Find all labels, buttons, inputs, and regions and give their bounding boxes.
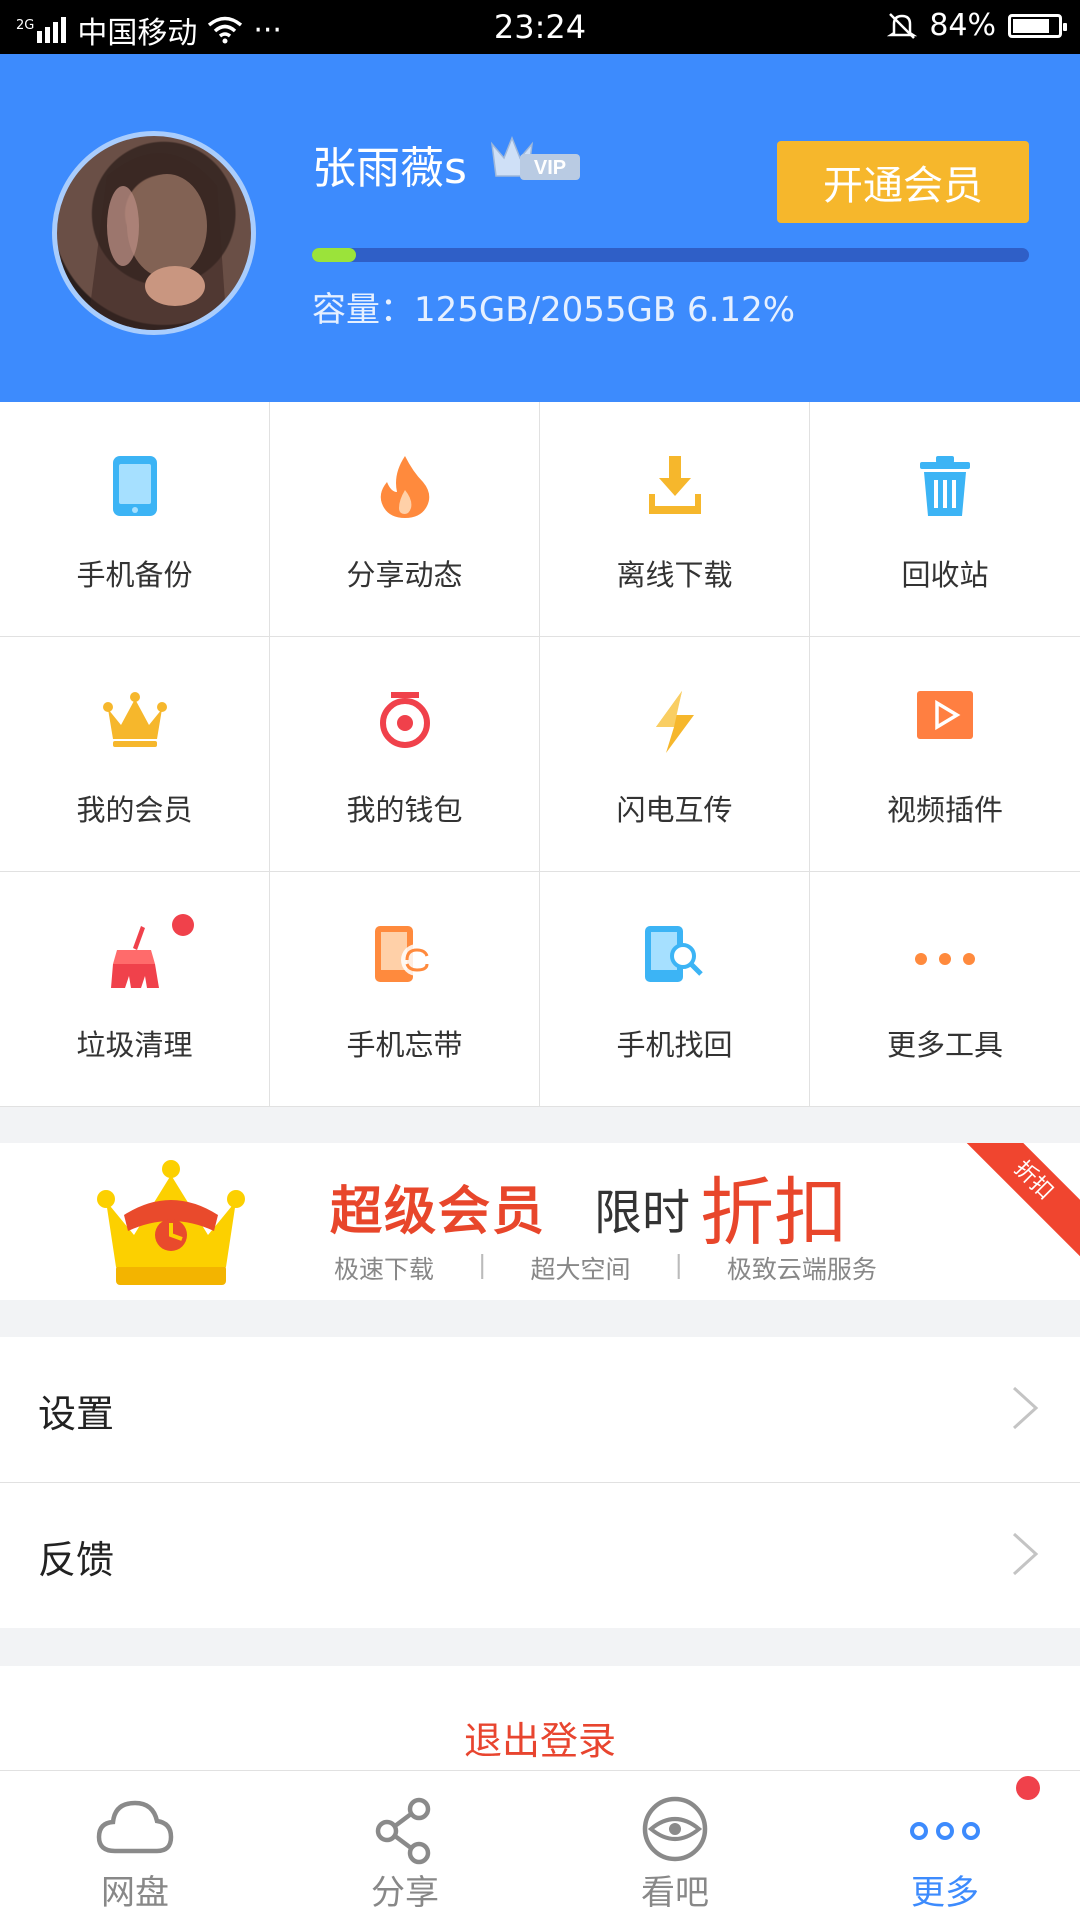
avatar[interactable] [52, 131, 256, 335]
promo-feature: 极致云端服务 [726, 1255, 877, 1284]
tab-netdisk[interactable]: 网盘 [0, 1771, 270, 1920]
tab-label: 看吧 [641, 1873, 709, 1913]
tool-item[interactable]: 我的会员 [0, 637, 270, 872]
promo-limited: 限时 [594, 1185, 691, 1241]
notification-badge [1016, 1776, 1040, 1800]
tab-more[interactable]: 更多 [810, 1771, 1080, 1920]
tool-item[interactable]: 离线下载 [540, 402, 810, 637]
tool-item[interactable]: 手机备份 [0, 402, 270, 637]
tool-item[interactable]: 回收站 [810, 402, 1080, 637]
tool-item[interactable]: 分享动态 [270, 402, 540, 637]
logout-section: 退出登录 [0, 1666, 1080, 1771]
promo-features: 极速下载 | 超大空间 | 极致云端服务 [334, 1250, 877, 1286]
bottom-tab-bar: 网盘 分享 看吧 更多 [0, 1771, 1080, 1920]
settings-menu: 设置 反馈 [0, 1337, 1080, 1628]
battery-percent: 84% [929, 8, 996, 43]
phone-search-icon [540, 924, 809, 994]
storage-progress-fill [312, 248, 356, 262]
tool-label: 垃圾清理 [76, 1028, 193, 1062]
promo-feature: 超大空间 [530, 1255, 631, 1284]
crown-icon [97, 1160, 245, 1285]
username: 张雨薇s [312, 143, 467, 194]
tools-grid: 手机备份 分享动态 离线下载 回收站我的会员 我的钱包 闪电互传 视频插件垃圾清理 手机忘带 手… [0, 402, 1080, 1107]
storage-capacity-text: 容量：125GB/2055GB 6.12% [312, 290, 796, 330]
tool-item[interactable]: 手机忘带 [270, 872, 540, 1107]
lightning-icon [540, 689, 809, 759]
download-icon [540, 454, 809, 524]
avatar-photo [87, 153, 227, 330]
promo-feature: 极速下载 [334, 1255, 435, 1284]
tool-label: 手机找回 [616, 1028, 733, 1062]
more-dots-icon [810, 924, 1080, 994]
menu-item-settings[interactable]: 设置 [0, 1337, 1080, 1483]
tool-label: 离线下载 [616, 558, 733, 592]
menu-item-feedback[interactable]: 反馈 [0, 1483, 1080, 1628]
promo-separator: | [478, 1250, 487, 1279]
tab-label: 网盘 [101, 1873, 169, 1913]
menu-item-label: 设置 [38, 1392, 115, 1436]
tool-item[interactable]: 垃圾清理 [0, 872, 270, 1107]
promo-title: 超级会员 [330, 1182, 547, 1242]
tool-item[interactable]: 我的钱包 [270, 637, 540, 872]
vip-text: VIP [534, 157, 566, 179]
tab-label: 分享 [371, 1873, 439, 1913]
tool-item[interactable]: 手机找回 [540, 872, 810, 1107]
menu-item-label: 反馈 [38, 1538, 115, 1582]
tool-item[interactable]: 视频插件 [810, 637, 1080, 872]
tool-label: 闪电互传 [616, 793, 733, 827]
tool-label: 手机忘带 [346, 1028, 463, 1062]
tool-label: 我的会员 [76, 793, 193, 827]
logout-button[interactable]: 退出登录 [0, 1710, 1080, 1765]
notification-badge [172, 914, 194, 936]
flame-icon [270, 454, 539, 524]
promo-discount: 折扣 [700, 1170, 848, 1256]
eye-icon [642, 1796, 708, 1862]
super-member-banner[interactable]: 超级会员 限时 折扣 极速下载 | 超大空间 | 极致云端服务 折扣 [0, 1143, 1080, 1300]
tab-share[interactable]: 分享 [270, 1771, 540, 1920]
chevron-right-icon [1012, 1386, 1039, 1430]
wallet-icon [270, 689, 539, 759]
tool-item[interactable]: 更多工具 [810, 872, 1080, 1107]
phone-sync-icon [270, 924, 539, 994]
tab-label: 更多 [911, 1873, 979, 1913]
share-icon [375, 1797, 431, 1865]
tool-label: 更多工具 [886, 1028, 1003, 1062]
discount-ribbon: 折扣 [951, 1143, 1080, 1263]
battery-icon [1008, 13, 1067, 38]
alarm-off-icon [887, 12, 918, 39]
chevron-right-icon [1012, 1532, 1039, 1576]
tool-label: 分享动态 [346, 558, 463, 592]
video-play-icon [810, 689, 1080, 759]
profile-header: 张雨薇s VIP 开通会员 容量：125GB/2055GB 6.12% [0, 54, 1080, 402]
tool-label: 回收站 [901, 558, 989, 592]
storage-progress-bar [312, 248, 1029, 262]
more-dots-icon [910, 1822, 980, 1840]
promo-separator: | [674, 1250, 683, 1279]
vip-badge: VIP [490, 135, 582, 182]
tool-label: 视频插件 [886, 793, 1003, 827]
tab-watch[interactable]: 看吧 [540, 1771, 810, 1920]
crown-icon [0, 689, 269, 759]
cloud-icon [96, 1800, 174, 1854]
trash-icon [810, 454, 1080, 524]
tool-label: 我的钱包 [346, 793, 463, 827]
tool-label: 手机备份 [76, 558, 193, 592]
open-membership-button[interactable]: 开通会员 [777, 141, 1029, 223]
status-bar: 2G 中国移动 ··· 23:24 84% [0, 0, 1080, 54]
phone-backup-icon [0, 454, 269, 524]
broom-icon [0, 924, 269, 994]
tool-item[interactable]: 闪电互传 [540, 637, 810, 872]
